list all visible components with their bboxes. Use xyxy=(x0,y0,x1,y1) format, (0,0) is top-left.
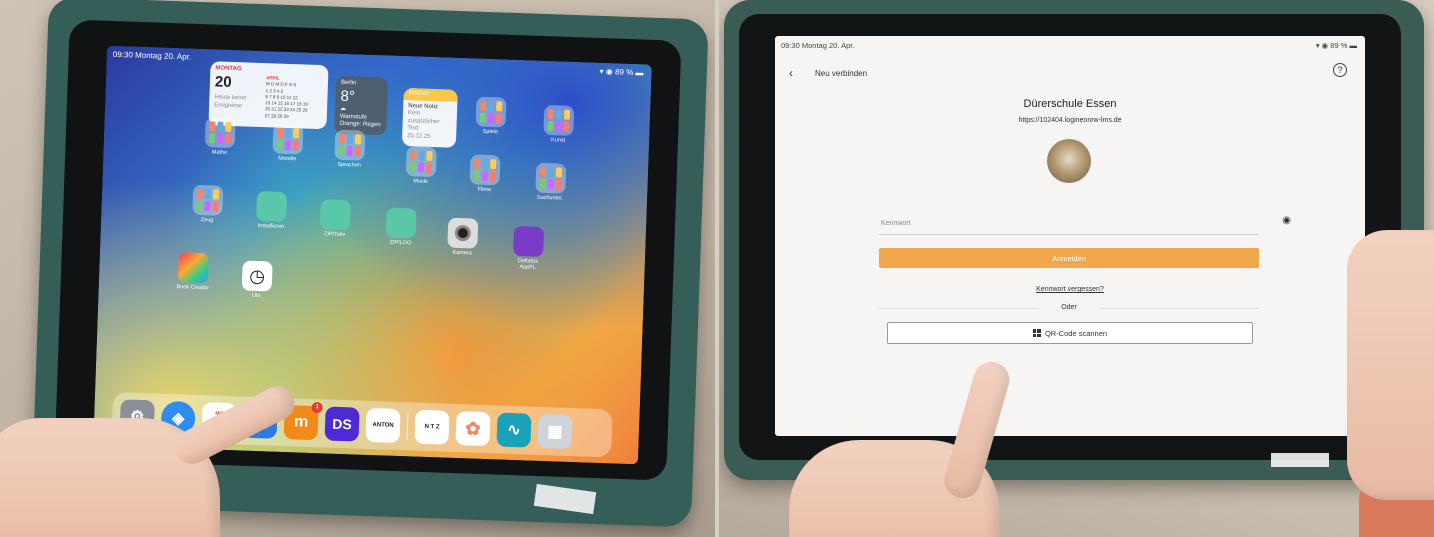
avatar xyxy=(1047,139,1091,183)
status-time: 09:30 xyxy=(112,49,134,60)
notification-badge: 1 xyxy=(311,401,323,414)
eye-icon[interactable]: ◉ xyxy=(1282,215,1291,226)
battery-indicator: ▾ ◉ 89 % ▬ xyxy=(599,66,644,78)
school-name: Dürerschule Essen xyxy=(1023,98,1117,110)
calendar-note: Heute keine Ereignisse xyxy=(214,94,247,110)
ipad-home-screen: 09:30 Montag 20. Apr. ▾ ◉ 89 % ▬ MONTAG … xyxy=(93,45,652,465)
left-photo: 09:30 Montag 20. Apr. ▾ ◉ 89 % ▬ MONTAG … xyxy=(0,0,715,537)
status-date: Montag 20. Apr. xyxy=(801,41,855,50)
photos-icon[interactable]: ✿ xyxy=(455,411,491,447)
nav-title: Neu verbinden xyxy=(815,69,868,78)
login-screen: 09:30 Montag 20. Apr. ▾ ◉ 89 % ▬ ‹ Neu v… xyxy=(775,36,1365,436)
site-url: https://102404.logineonrw-lms.de xyxy=(1018,117,1122,124)
password-field[interactable]: Kennwort xyxy=(881,220,911,227)
weather-widget[interactable]: Berlin 8° ☁ Warnstufe Orange: Regen xyxy=(334,75,389,136)
qr-scan-label: QR-Code scannen xyxy=(1044,328,1108,338)
ntz-app-icon[interactable]: N T Z xyxy=(414,409,450,445)
app-folder-spiele[interactable]: Spiele xyxy=(472,96,509,135)
app-folder-sachunterricht[interactable]: Sachunter. xyxy=(532,162,569,202)
back-chevron-icon[interactable]: ‹ xyxy=(789,66,793,80)
status-bar: 09:30 Montag 20. Apr. ▾ ◉ 89 % ▬ xyxy=(781,41,1357,50)
qr-code-icon xyxy=(1032,329,1041,337)
app-installieren[interactable]: Installieren xyxy=(253,190,290,230)
camera-icon xyxy=(454,224,472,242)
app-library-icon[interactable]: ▦ xyxy=(537,413,573,450)
forgot-password-link[interactable]: Kennwort vergessen? xyxy=(775,286,1365,293)
app-folder-sprachen[interactable]: Sprachen xyxy=(331,129,368,169)
notes-line: Kein zusätzlicher xyxy=(407,110,440,125)
notes-widget[interactable]: Notizen Neue Notiz Kein zusätzlicher Tex… xyxy=(401,87,458,148)
status-date: Montag 20. Apr. xyxy=(134,50,192,62)
login-button[interactable]: Anmelden xyxy=(879,248,1259,268)
app-book-creator[interactable]: Book Creator xyxy=(175,252,212,291)
app-deltafox[interactable]: Deltafox AppFL xyxy=(510,225,548,271)
right-photo: 09:30 Montag 20. Apr. ▾ ◉ 89 % ▬ ‹ Neu v… xyxy=(719,0,1434,537)
weather-warning-detail: Orange: Regen xyxy=(339,121,381,129)
app-folder-musik[interactable]: Musik xyxy=(402,146,439,185)
notes-header: Notizen xyxy=(403,87,458,102)
app-kamera[interactable]: Kamera xyxy=(444,217,481,257)
app-folder-zeug[interactable]: Zeug xyxy=(189,184,226,224)
tape-strip xyxy=(1271,453,1329,467)
help-icon[interactable]: ? xyxy=(1333,63,1347,77)
app-folder-mathe[interactable]: Mathe xyxy=(201,117,238,156)
app-zip-log[interactable]: ZIP/LOG xyxy=(382,207,419,246)
app-folder-moodle[interactable]: Moodle xyxy=(269,123,306,162)
app-folder-kunst[interactable]: Kunst xyxy=(540,104,577,144)
app-folder-filme[interactable]: Filme xyxy=(466,154,503,193)
hand xyxy=(1347,230,1434,500)
notes-date: 20.12.25 xyxy=(407,132,431,140)
qr-scan-button[interactable]: QR-Code scannen xyxy=(887,322,1253,344)
app-uhr[interactable]: ◷ Uhr xyxy=(238,260,275,299)
password-underline xyxy=(879,234,1259,235)
status-time: 09:30 xyxy=(781,41,800,50)
weather-temp: 8° xyxy=(340,87,356,105)
app-zip-teile[interactable]: ZIP/Teile xyxy=(317,199,354,238)
freeform-icon[interactable]: ∿ xyxy=(496,412,532,448)
clock-icon: ◷ xyxy=(249,265,266,286)
ds-app-icon[interactable]: DS xyxy=(324,406,360,442)
calendar-month-grid: APRIL M D M D F S S 1 2 3 4 5 6 7 8 9 10… xyxy=(264,75,308,119)
or-divider: Oder xyxy=(879,304,1259,311)
anton-icon[interactable]: ANTON xyxy=(365,407,401,444)
battery-indicator: ▾ ◉ 89 % ▬ xyxy=(1315,41,1357,50)
dock-separator xyxy=(406,411,409,442)
